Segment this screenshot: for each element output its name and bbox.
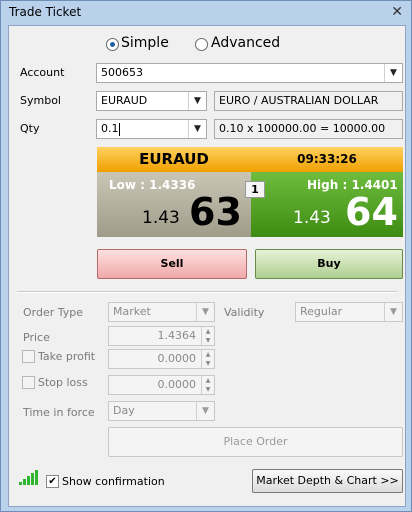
account-value: 500653	[101, 66, 143, 79]
account-select[interactable]: 500653 ▼	[96, 63, 403, 83]
qty-input[interactable]: 0.1 ▼	[96, 119, 207, 139]
signal-bar	[31, 473, 34, 485]
quote-symbol-header: EURAUD	[97, 147, 251, 172]
sell-price-prefix: 1.43	[142, 208, 180, 228]
close-icon[interactable]: ✕	[391, 4, 403, 20]
validity-select[interactable]: Regular ▼	[295, 302, 403, 322]
chevron-down-icon[interactable]: ▼	[188, 120, 206, 138]
symbol-select[interactable]: EURAUD ▼	[96, 91, 207, 111]
stop-loss-label: Stop loss	[38, 376, 88, 389]
chevron-down-icon[interactable]: ▼	[384, 64, 402, 82]
take-profit-checkbox[interactable]	[22, 350, 35, 363]
buy-button[interactable]: Buy	[255, 249, 403, 279]
divider	[17, 291, 397, 293]
price-label: Price	[23, 331, 50, 344]
window-title: Trade Ticket	[9, 5, 82, 19]
buy-price-big: 64	[345, 190, 398, 234]
spin-up-icon[interactable]: ▲	[206, 377, 211, 384]
market-depth-chart-button[interactable]: Market Depth & Chart >>	[252, 469, 403, 493]
chevron-down-icon[interactable]: ▼	[384, 303, 402, 321]
order-type-label: Order Type	[23, 306, 84, 319]
chevron-down-icon[interactable]: ▼	[196, 402, 214, 420]
symbol-description-text: EURO / AUSTRALIAN DOLLAR	[219, 94, 379, 107]
title-bar: Trade Ticket ✕	[1, 1, 411, 25]
spin-down-icon[interactable]: ▼	[206, 386, 211, 393]
advanced-label[interactable]: Advanced	[211, 35, 280, 51]
simple-radio[interactable]	[106, 38, 119, 51]
qty-calculation: 0.10 x 100000.00 = 10000.00	[214, 119, 403, 139]
price-spinner[interactable]: ▲ ▼	[201, 327, 214, 345]
take-profit-input[interactable]: 0.0000 ▲ ▼	[108, 349, 215, 369]
simple-label[interactable]: Simple	[121, 35, 169, 51]
sell-price-big: 63	[189, 190, 242, 234]
time-in-force-label: Time in force	[23, 406, 95, 419]
signal-strength-icon	[19, 482, 22, 485]
spread-badge: 1	[245, 181, 265, 198]
time-in-force-select[interactable]: Day ▼	[108, 401, 215, 421]
text-caret	[119, 123, 120, 136]
time-in-force-value: Day	[113, 404, 135, 417]
symbol-description: EURO / AUSTRALIAN DOLLAR	[214, 91, 403, 111]
ticket-body: Simple Advanced Account 500653 ▼ Symbol …	[8, 25, 406, 507]
advanced-radio[interactable]	[195, 38, 208, 51]
chevron-down-icon[interactable]: ▼	[196, 303, 214, 321]
take-profit-value: 0.0000	[157, 352, 197, 365]
buy-price-panel[interactable]: High : 1.4401 1.43 64	[251, 172, 403, 237]
trade-ticket-window: Trade Ticket ✕ Simple Advanced Account 5…	[0, 0, 412, 512]
spin-down-icon[interactable]: ▼	[206, 360, 211, 367]
show-confirmation-checkbox[interactable]: ✔	[46, 475, 59, 488]
radio-selected-dot	[110, 42, 115, 47]
signal-bar	[23, 479, 26, 485]
validity-value: Regular	[300, 305, 343, 318]
check-icon: ✔	[48, 476, 57, 487]
low-label: Low : 1.4336	[109, 178, 196, 192]
show-confirmation-label[interactable]: Show confirmation	[62, 475, 165, 488]
qty-calculation-text: 0.10 x 100000.00 = 10000.00	[219, 122, 386, 135]
quote-time-header: 09:33:26	[251, 147, 403, 172]
sell-button[interactable]: Sell	[97, 249, 247, 279]
price-value: 1.4364	[157, 329, 197, 342]
signal-bar	[27, 476, 30, 485]
order-type-value: Market	[113, 305, 151, 318]
stop-loss-input[interactable]: 0.0000 ▲ ▼	[108, 375, 215, 395]
price-input[interactable]: 1.4364 ▲ ▼	[108, 326, 215, 346]
symbol-label: Symbol	[20, 94, 61, 107]
stop-loss-value: 0.0000	[157, 378, 197, 391]
signal-bar	[35, 470, 38, 485]
take-profit-label: Take profit	[38, 350, 96, 363]
spin-up-icon[interactable]: ▲	[206, 351, 211, 358]
qty-value: 0.1	[101, 122, 119, 135]
chevron-down-icon[interactable]: ▼	[188, 92, 206, 110]
stop-loss-spinner[interactable]: ▲ ▼	[201, 376, 214, 394]
spin-up-icon[interactable]: ▲	[206, 328, 211, 335]
stop-loss-checkbox[interactable]	[22, 376, 35, 389]
symbol-value: EURAUD	[101, 94, 148, 107]
place-order-button[interactable]: Place Order	[108, 427, 403, 457]
sell-price-panel[interactable]: Low : 1.4336 1.43 63	[97, 172, 251, 237]
buy-price-prefix: 1.43	[293, 208, 331, 228]
take-profit-spinner[interactable]: ▲ ▼	[201, 350, 214, 368]
qty-label: Qty	[20, 122, 40, 135]
spin-down-icon[interactable]: ▼	[206, 337, 211, 344]
account-label: Account	[20, 66, 65, 79]
validity-label: Validity	[224, 306, 265, 319]
order-type-select[interactable]: Market ▼	[108, 302, 215, 322]
